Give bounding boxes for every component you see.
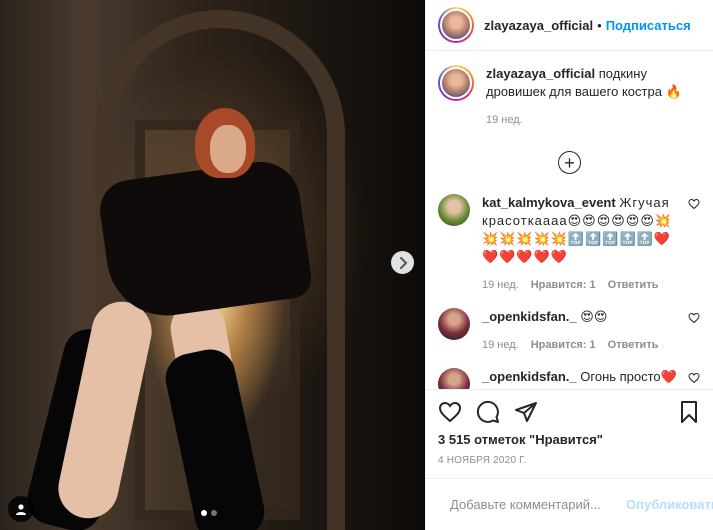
post-photo[interactable]	[0, 0, 425, 530]
comment-username[interactable]: _openkidsfan._	[482, 309, 577, 324]
author-username[interactable]: zlayazaya_official	[484, 18, 593, 33]
carousel-indicator	[201, 510, 217, 516]
load-more-comments: +	[438, 151, 701, 174]
comment-item: kat_kalmykova_event Жгучая красоткаааа😍😍…	[438, 194, 701, 294]
post-actions: 3 515 отметок "Нравится" 4 ноября 2020 г…	[426, 389, 713, 466]
plus-circle-icon[interactable]: +	[558, 151, 581, 174]
post-header: zlayazaya_official • Подписаться	[426, 0, 713, 51]
header-separator: •	[597, 17, 602, 33]
heart-icon[interactable]	[438, 400, 462, 424]
heart-icon[interactable]	[687, 198, 701, 210]
add-comment-bar: Опубликовать	[426, 478, 713, 530]
caption-avatar[interactable]	[438, 65, 474, 101]
comment-likes[interactable]: Нравится: 1	[531, 276, 596, 294]
caption-body: zlayazaya_official подкину дровишек для …	[486, 65, 701, 129]
commenter-avatar[interactable]	[438, 194, 470, 226]
comment-username[interactable]: kat_kalmykova_event	[482, 195, 616, 210]
comment-item: _openkidsfan._ Огонь просто❤️	[438, 368, 701, 389]
comment-likes[interactable]: Нравится: 1	[531, 336, 596, 354]
tagged-users-button[interactable]	[8, 496, 34, 522]
photo-figure	[96, 156, 314, 324]
bookmark-icon[interactable]	[677, 400, 701, 424]
comment-body: _openkidsfan._ 😍😍 19 нед. Нравится: 1 От…	[482, 308, 687, 354]
commenter-avatar[interactable]	[438, 368, 470, 389]
comment-username[interactable]: _openkidsfan._	[482, 369, 577, 384]
carousel-dot	[211, 510, 217, 516]
action-icons	[438, 394, 701, 430]
comment-age[interactable]: 19 нед.	[482, 336, 519, 354]
publish-button[interactable]: Опубликовать	[626, 497, 713, 512]
carousel-dot-active	[201, 510, 207, 516]
post-date[interactable]: 4 ноября 2020 г.	[438, 455, 701, 466]
chevron-right-icon	[399, 256, 407, 269]
caption-username[interactable]: zlayazaya_official	[486, 66, 595, 81]
heart-icon[interactable]	[687, 312, 701, 324]
comment-body: kat_kalmykova_event Жгучая красоткаааа😍😍…	[482, 194, 687, 294]
comment-icon[interactable]	[476, 400, 500, 424]
likes-count[interactable]: 3 515 отметок "Нравится"	[438, 432, 701, 447]
comment-text: Огонь просто❤️	[580, 369, 677, 384]
comment-meta: 19 нед. Нравится: 1 Ответить	[482, 336, 687, 354]
comment-reply-button[interactable]: Ответить	[608, 276, 659, 294]
follow-button[interactable]: Подписаться	[606, 18, 691, 33]
comment-reply-button[interactable]: Ответить	[608, 336, 659, 354]
caption-meta: 19 нед.	[486, 111, 701, 129]
comment-text: 😍😍	[580, 309, 608, 324]
author-avatar[interactable]	[438, 7, 474, 43]
comment-item: _openkidsfan._ 😍😍 19 нед. Нравится: 1 От…	[438, 308, 701, 354]
comment-age[interactable]: 19 нед.	[482, 276, 519, 294]
comments-list[interactable]: zlayazaya_official подкину дровишек для …	[426, 51, 713, 389]
person-icon	[16, 504, 26, 515]
post-caption: zlayazaya_official подкину дровишек для …	[438, 65, 701, 129]
caption-age[interactable]: 19 нед.	[486, 111, 523, 129]
paper-plane-icon[interactable]	[514, 400, 538, 424]
photo-figure	[210, 125, 246, 173]
heart-icon[interactable]	[687, 372, 701, 384]
carousel-next-button[interactable]	[391, 251, 414, 274]
commenter-avatar[interactable]	[438, 308, 470, 340]
comment-input[interactable]	[450, 497, 626, 512]
comment-meta: 19 нед. Нравится: 1 Ответить	[482, 276, 687, 294]
post-side-panel: zlayazaya_official • Подписаться zlayaza…	[425, 0, 713, 530]
comment-body: _openkidsfan._ Огонь просто❤️	[482, 368, 687, 389]
instagram-post: zlayazaya_official • Подписаться zlayaza…	[0, 0, 713, 530]
